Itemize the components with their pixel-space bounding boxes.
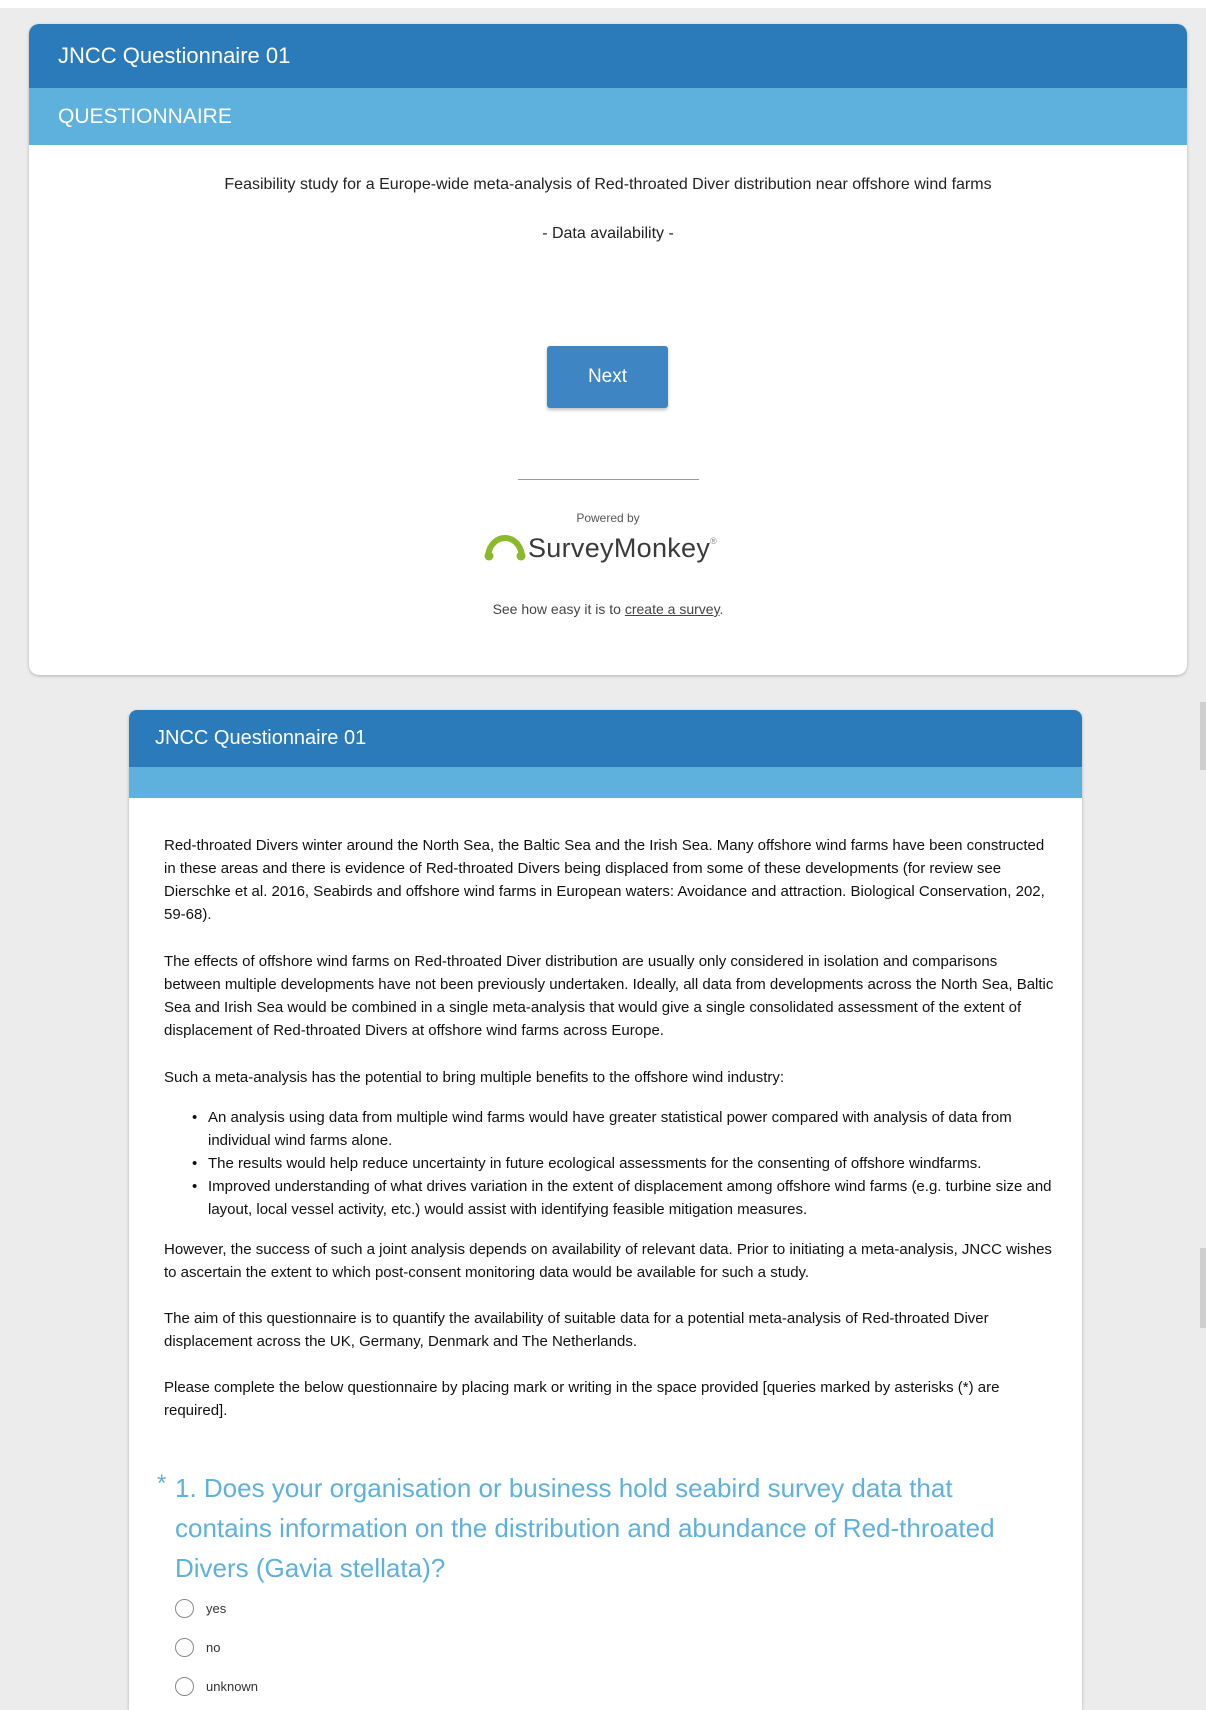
paragraph-4: However, the success of such a joint ana…	[164, 1241, 1052, 1281]
page-title-bar	[129, 767, 1082, 798]
intro-subtitle: - Data availability -	[542, 225, 674, 242]
option-unknown[interactable]: unknown	[175, 1677, 258, 1696]
create-survey-link[interactable]: create a survey	[625, 601, 720, 617]
question-1-text: 1. Does your organisation or business ho…	[175, 1473, 995, 1583]
scroll-marker-1	[1200, 702, 1206, 770]
option-label: unknown	[206, 1679, 259, 1694]
question-1: * 1. Does your organisation or business …	[157, 1468, 1037, 1588]
radio-unchecked-icon[interactable]	[175, 1677, 194, 1696]
list-item: An analysis using data from multiple win…	[164, 1106, 1054, 1152]
paragraph-1: Red-throated Divers winter around the No…	[164, 837, 1045, 923]
surveymonkey-logo[interactable]: SurveyMonkey ®	[484, 530, 744, 566]
paragraph-6: Please complete the below questionnaire …	[164, 1379, 1000, 1419]
paragraph-5: The aim of this questionnaire is to quan…	[164, 1310, 989, 1350]
brand-registered-mark: ®	[710, 536, 717, 546]
option-label: yes	[206, 1601, 227, 1616]
survey-title: JNCC Questionnaire 01	[29, 24, 1187, 88]
paragraph-2: The effects of offshore wind farms on Re…	[164, 953, 1054, 1039]
survey-page-1: JNCC Questionnaire 01 QUESTIONNAIRE Feas…	[29, 24, 1187, 675]
promo-prefix: See how easy it is to	[492, 601, 625, 617]
required-asterisk: *	[157, 1470, 167, 1497]
promo-suffix: .	[719, 601, 724, 617]
powered-by-label: Powered by	[576, 511, 640, 525]
radio-unchecked-icon[interactable]	[175, 1638, 194, 1657]
intro-line: Feasibility study for a Europe-wide meta…	[224, 176, 992, 193]
radio-unchecked-icon[interactable]	[175, 1599, 194, 1618]
option-no[interactable]: no	[175, 1638, 220, 1657]
scroll-marker-2	[1200, 1248, 1206, 1328]
option-yes[interactable]: yes	[175, 1599, 226, 1618]
list-item: Improved understanding of what drives va…	[164, 1175, 1054, 1221]
paragraph-3: Such a meta-analysis has the potential t…	[164, 1069, 785, 1086]
survey-page-2: JNCC Questionnaire 01 Red-throated Diver…	[129, 710, 1082, 1710]
list-item: The results would help reduce uncertaint…	[164, 1152, 1054, 1175]
promo-line: See how easy it is to create a survey.	[29, 601, 1187, 617]
top-strip	[0, 0, 1206, 8]
next-button[interactable]: Next	[547, 346, 668, 408]
surveymonkey-logo-icon	[484, 534, 526, 561]
brand-name: SurveyMonkey	[528, 532, 711, 563]
option-label: no	[206, 1640, 221, 1655]
footer-divider	[518, 479, 699, 480]
page-title: QUESTIONNAIRE	[29, 88, 1187, 145]
benefits-list: An analysis using data from multiple win…	[164, 1106, 1054, 1221]
survey-title-2: JNCC Questionnaire 01	[129, 710, 1082, 767]
